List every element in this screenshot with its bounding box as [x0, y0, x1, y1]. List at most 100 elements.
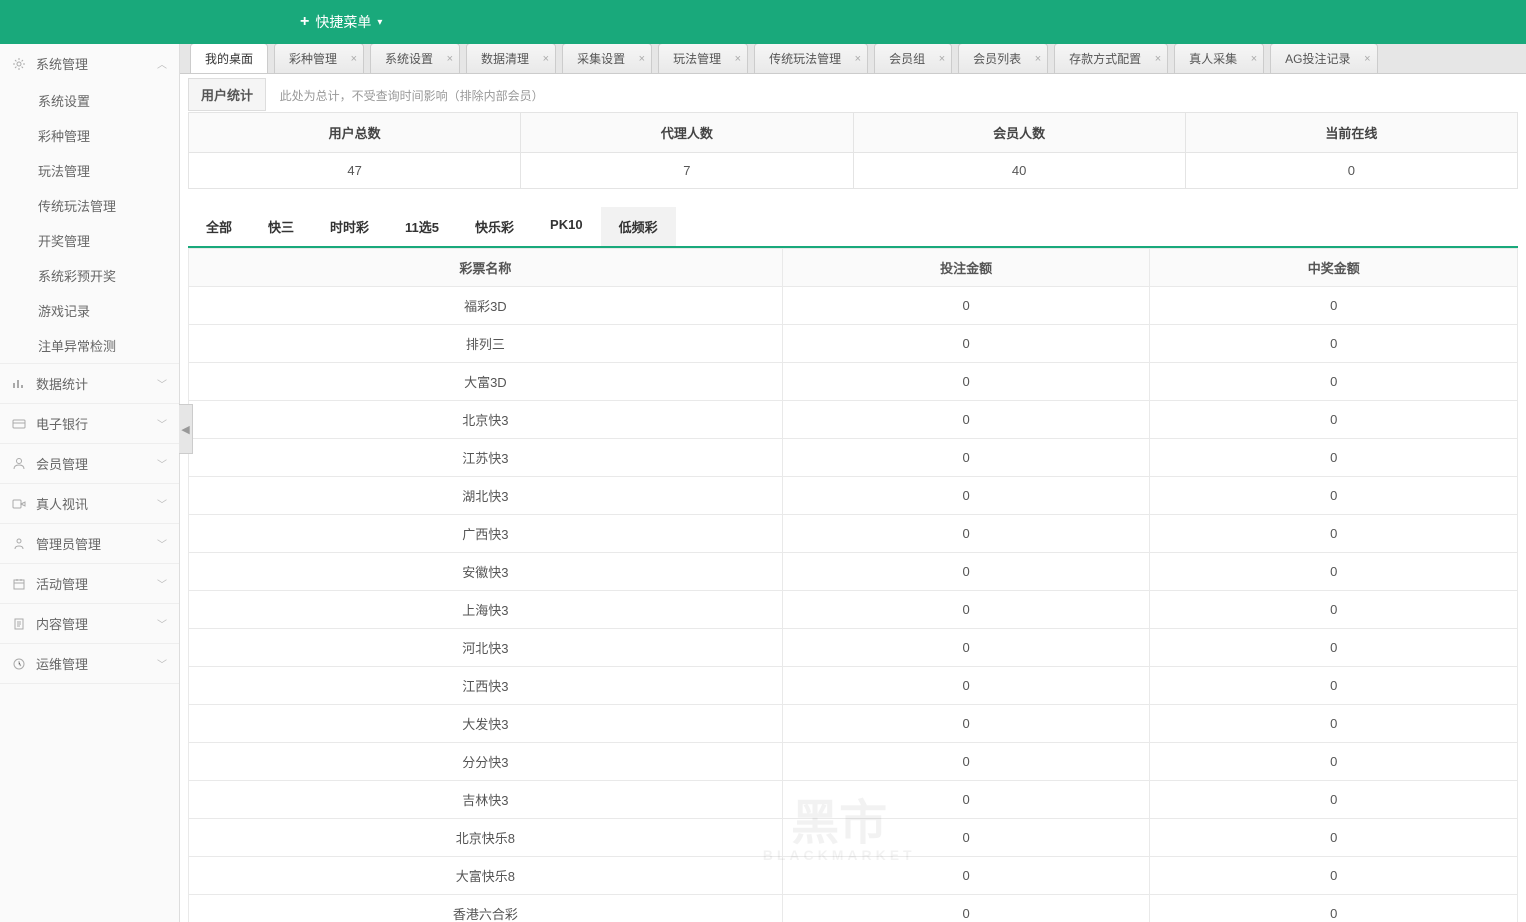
tab-1[interactable]: 彩种管理 ×: [274, 44, 364, 73]
tab-9[interactable]: 存款方式配置×: [1054, 44, 1168, 73]
tab-8[interactable]: 会员列表×: [958, 44, 1048, 73]
stat-value: 0: [1185, 153, 1517, 189]
lottery-amount: 0: [1150, 439, 1518, 477]
lottery-name: 上海快3: [189, 591, 783, 629]
sidebar-group-1[interactable]: 数据统计﹀: [0, 364, 179, 403]
filter-tab-6[interactable]: 低频彩: [601, 207, 676, 246]
table-row[interactable]: 排列三00: [189, 325, 1518, 363]
tab-5[interactable]: 玩法管理×: [658, 44, 748, 73]
sidebar-item-0-3[interactable]: 传统玩法管理: [28, 188, 179, 223]
admin-icon: [12, 537, 28, 551]
close-icon[interactable]: ×: [543, 53, 549, 65]
filter-tab-2[interactable]: 时时彩: [312, 207, 387, 246]
sidebar-collapse-handle[interactable]: ◀: [179, 404, 193, 454]
table-row[interactable]: 湖北快300: [189, 477, 1518, 515]
close-icon[interactable]: ×: [855, 53, 861, 65]
table-row[interactable]: 安徽快300: [189, 553, 1518, 591]
table-row[interactable]: 大富3D00: [189, 363, 1518, 401]
filter-tab-3[interactable]: 11选5: [387, 207, 457, 246]
tab-2[interactable]: 系统设置×: [370, 44, 460, 73]
sidebar-group-4[interactable]: 真人视讯﹀: [0, 484, 179, 523]
lottery-amount: 0: [1150, 363, 1518, 401]
sidebar-item-0-1[interactable]: 彩种管理: [28, 118, 179, 153]
filter-tab-5[interactable]: PK10: [532, 207, 601, 246]
user-stat-table: 用户总数代理人数会员人数当前在线 477400: [188, 112, 1518, 189]
close-icon[interactable]: ×: [351, 53, 357, 65]
sidebar-item-0-4[interactable]: 开奖管理: [28, 223, 179, 258]
close-icon[interactable]: ×: [447, 53, 453, 65]
user-stat-notice: 此处为总计，不受查询时间影响（排除内部会员）: [270, 83, 544, 112]
close-icon[interactable]: ×: [1155, 53, 1161, 65]
lottery-name: 江西快3: [189, 667, 783, 705]
sidebar-item-0-5[interactable]: 系统彩预开奖: [28, 258, 179, 293]
lottery-name: 吉林快3: [189, 781, 783, 819]
sidebar-group-0[interactable]: 系统管理︿: [0, 44, 179, 83]
sidebar-item-0-6[interactable]: 游戏记录: [28, 293, 179, 328]
sidebar-group-3[interactable]: 会员管理﹀: [0, 444, 179, 483]
stat-value: 47: [189, 153, 521, 189]
lottery-amount: 0: [782, 895, 1150, 922]
table-row[interactable]: 大富快乐800: [189, 857, 1518, 895]
close-icon[interactable]: ×: [1364, 53, 1370, 65]
table-row[interactable]: 河北快300: [189, 629, 1518, 667]
close-icon[interactable]: ×: [939, 53, 945, 65]
table-row[interactable]: 吉林快300: [189, 781, 1518, 819]
sidebar-item-0-2[interactable]: 玩法管理: [28, 153, 179, 188]
sidebar-group-6[interactable]: 活动管理﹀: [0, 564, 179, 603]
tab-0[interactable]: 我的桌面: [190, 44, 268, 73]
chevron-icon: ﹀: [157, 496, 167, 511]
table-row[interactable]: 江苏快300: [189, 439, 1518, 477]
sidebar-item-0-0[interactable]: 系统设置: [28, 83, 179, 118]
table-row[interactable]: 上海快300: [189, 591, 1518, 629]
chevron-icon: ﹀: [157, 616, 167, 631]
table-row[interactable]: 江西快300: [189, 667, 1518, 705]
tab-11[interactable]: AG投注记录 ×: [1270, 44, 1377, 73]
tab-10[interactable]: 真人采集×: [1174, 44, 1264, 73]
close-icon[interactable]: ×: [639, 53, 645, 65]
user-stat-title: 用户统计: [188, 78, 266, 111]
stat-header: 用户总数: [189, 113, 521, 153]
lottery-amount: 0: [1150, 819, 1518, 857]
close-icon[interactable]: ×: [1251, 53, 1257, 65]
tab-label: AG投注记录: [1285, 50, 1350, 67]
sidebar-group-7[interactable]: 内容管理﹀: [0, 604, 179, 643]
lottery-amount: 0: [1150, 895, 1518, 922]
sidebar-group-2[interactable]: 电子银行﹀: [0, 404, 179, 443]
lottery-amount: 0: [782, 401, 1150, 439]
lottery-amount: 0: [1150, 325, 1518, 363]
table-row[interactable]: 香港六合彩00: [189, 895, 1518, 922]
lottery-amount: 0: [1150, 629, 1518, 667]
table-row[interactable]: 大发快300: [189, 705, 1518, 743]
lottery-name: 河北快3: [189, 629, 783, 667]
lottery-amount: 0: [782, 553, 1150, 591]
tab-label: 彩种管理: [289, 50, 337, 67]
tab-4[interactable]: 采集设置×: [562, 44, 652, 73]
table-row[interactable]: 福彩3D00: [189, 287, 1518, 325]
close-icon[interactable]: ×: [735, 53, 741, 65]
sidebar-group-5[interactable]: 管理员管理﹀: [0, 524, 179, 563]
sidebar-group-8[interactable]: 运维管理﹀: [0, 644, 179, 683]
tab-6[interactable]: 传统玩法管理×: [754, 44, 868, 73]
table-row[interactable]: 分分快300: [189, 743, 1518, 781]
lottery-table: 彩票名称投注金额中奖金额 福彩3D00排列三00大富3D00北京快300江苏快3…: [188, 248, 1518, 922]
lottery-name: 排列三: [189, 325, 783, 363]
sidebar-group-label: 电子银行: [36, 414, 157, 433]
table-row[interactable]: 北京快乐800: [189, 819, 1518, 857]
table-row[interactable]: 广西快300: [189, 515, 1518, 553]
lottery-amount: 0: [1150, 287, 1518, 325]
lottery-amount: 0: [782, 287, 1150, 325]
tab-7[interactable]: 会员组×: [874, 44, 952, 73]
filter-tab-1[interactable]: 快三: [250, 207, 312, 246]
tab-3[interactable]: 数据清理×: [466, 44, 556, 73]
filter-tab-0[interactable]: 全部: [188, 207, 250, 246]
stat-header: 会员人数: [853, 113, 1185, 153]
quick-menu-button[interactable]: + 快捷菜单 ▾: [300, 12, 382, 32]
close-icon[interactable]: ×: [1035, 53, 1041, 65]
lottery-name: 江苏快3: [189, 439, 783, 477]
sidebar-item-0-7[interactable]: 注单异常检测: [28, 328, 179, 363]
lottery-name: 北京快3: [189, 401, 783, 439]
table-row[interactable]: 北京快300: [189, 401, 1518, 439]
filter-tab-4[interactable]: 快乐彩: [457, 207, 532, 246]
stat-value: 7: [521, 153, 853, 189]
lottery-amount: 0: [1150, 477, 1518, 515]
